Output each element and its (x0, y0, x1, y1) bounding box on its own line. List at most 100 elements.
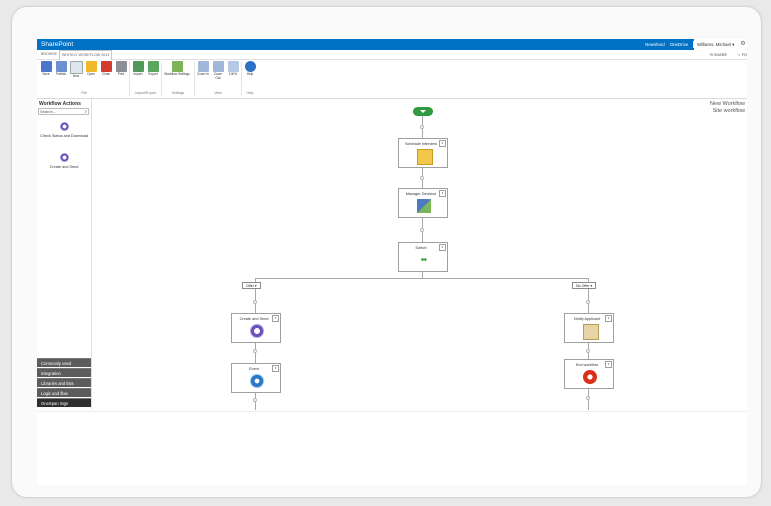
zoom-in-label: Zoom In (197, 72, 209, 76)
node-notify-applicant[interactable]: Notify Applicant ▾ (564, 313, 614, 343)
follow-button[interactable]: ☆ FO (737, 52, 747, 57)
node-label: Create and Send (239, 317, 269, 321)
chevron-down-icon[interactable]: ▾ (605, 315, 612, 322)
node-label: Notify Applicant (573, 317, 601, 321)
group-view: View (214, 91, 222, 95)
open-button[interactable]: Open (84, 61, 98, 77)
email-icon (583, 324, 599, 340)
condition-offer[interactable]: Offer ▾ (242, 282, 261, 289)
insert-point[interactable] (420, 176, 424, 180)
chevron-down-icon: ▾ (589, 284, 593, 288)
user-menu[interactable]: Williams, Michael ▾ (694, 39, 740, 50)
workflow-type: Site workflow (712, 108, 745, 114)
brand-link[interactable]: SharePoint (41, 41, 73, 48)
category-onespan-sign[interactable]: OneSpan Sign (37, 398, 91, 407)
ribbon-tabs: BROWSE WHITELY WORKFLOW 2013 ⟲ SHARE ☆ F… (37, 50, 747, 60)
onespan-icon (59, 153, 69, 162)
follow-label: FO (741, 53, 747, 57)
node-label: Manager Decision (405, 192, 437, 196)
chevron-down-icon[interactable]: ▾ (439, 140, 446, 147)
close-button[interactable]: Close (99, 61, 113, 77)
zoom-in-icon (197, 61, 209, 72)
onedrive-link[interactable]: OneDrive (670, 42, 689, 48)
share-label: SHARE (713, 53, 727, 57)
category-libraries-lists[interactable]: Libraries and lists (37, 378, 91, 387)
help-label: Help (246, 72, 254, 76)
insert-point[interactable] (420, 125, 424, 129)
zoom-in-button[interactable]: Zoom In (196, 61, 210, 77)
print-label: Print (117, 72, 125, 76)
publish-button[interactable]: Publish (54, 61, 68, 77)
export-label: Export (148, 72, 158, 76)
chevron-down-icon[interactable]: ▾ (439, 190, 446, 197)
chevron-down-icon[interactable]: ▾ (272, 365, 279, 372)
insert-point[interactable] (586, 349, 590, 353)
node-switch[interactable]: Switch ▾ ⬌ (398, 242, 448, 272)
group-file: File (81, 91, 87, 95)
export-button[interactable]: Export (146, 61, 160, 77)
search-icon[interactable]: ⌕ (84, 109, 87, 114)
condition-no-offer[interactable]: No Offer ▾ (572, 282, 597, 289)
node-label: Switch (415, 246, 427, 250)
insert-point[interactable] (586, 396, 590, 400)
chevron-down-icon: ▾ (730, 42, 735, 47)
action-label: Check Status and Download (40, 134, 88, 138)
search-placeholder: Search... (40, 109, 57, 114)
node-event[interactable]: Event ▾ (231, 363, 281, 393)
insert-point[interactable] (586, 300, 590, 304)
share-button[interactable]: ⟲ SHARE (710, 52, 727, 57)
tab-workflow[interactable]: WHITELY WORKFLOW 2013 (59, 50, 113, 60)
save-label: Save (42, 72, 50, 76)
event-icon (250, 374, 264, 388)
workflow-name: New Workflow (709, 101, 745, 107)
chevron-down-icon[interactable]: ▾ (272, 315, 279, 322)
import-button[interactable]: Import (131, 61, 145, 77)
import-icon (132, 61, 144, 72)
sharepoint-designer-screen: SharePoint Newsfeed OneDrive Sites Willi… (37, 39, 747, 485)
node-create-and-send[interactable]: Create and Send ▾ (231, 313, 281, 343)
save-button[interactable]: Save (39, 61, 53, 77)
search-input[interactable]: Search... ⌕ (38, 108, 89, 115)
gear-icon[interactable]: ⚙ (739, 39, 747, 50)
insert-point[interactable] (253, 300, 257, 304)
zoom-100-icon (227, 61, 239, 72)
node-manager-decision[interactable]: Manager Decision ▾ (398, 188, 448, 218)
insert-point[interactable] (253, 398, 257, 402)
node-label: Schedule Interview (404, 142, 438, 146)
chevron-down-icon[interactable]: ▾ (605, 361, 612, 368)
new-label: New (72, 74, 80, 78)
category-logic-flow[interactable]: Logic and flow (37, 388, 91, 397)
group-import-export: Import/Export (135, 91, 156, 95)
action-check-status[interactable]: Check Status and Download (39, 122, 89, 138)
workflow-settings-button[interactable]: Workflow Settings (164, 61, 190, 77)
node-schedule-interview[interactable]: Schedule Interview ▾ (398, 138, 448, 168)
insert-point[interactable] (420, 228, 424, 232)
onespan-icon (59, 122, 69, 131)
help-button[interactable]: Help (243, 61, 257, 77)
workflow-start[interactable] (413, 107, 433, 116)
open-label: Open (87, 72, 95, 76)
workflow-canvas[interactable]: New Workflow Site workflow Schedule Inter… (92, 99, 747, 410)
workflow-settings-icon (171, 61, 183, 72)
branch-line (255, 278, 589, 279)
newsfeed-link[interactable]: Newsfeed (645, 42, 665, 48)
condition-label: Offer (246, 284, 254, 288)
import-label: Import (133, 72, 143, 76)
tab-browse[interactable]: BROWSE (41, 52, 57, 56)
new-button[interactable]: New (69, 61, 83, 79)
close-icon (100, 61, 112, 72)
action-create-send[interactable]: Create and Send (39, 153, 89, 169)
category-integration[interactable]: Integration (37, 368, 91, 377)
zoom-out-button[interactable]: Zoom Out (211, 61, 225, 80)
close-label: Close (101, 72, 111, 76)
workflow-title: New Workflow Site workflow (710, 101, 745, 115)
insert-point[interactable] (253, 349, 257, 353)
chevron-down-icon[interactable]: ▾ (439, 244, 446, 251)
category-commonly-used[interactable]: Commonly used (37, 358, 91, 367)
workflow-actions-title: Workflow Actions (39, 101, 81, 107)
print-button[interactable]: Print (114, 61, 128, 77)
open-icon (85, 61, 97, 72)
person-icon (417, 199, 431, 213)
zoom-100-button[interactable]: 100% (226, 61, 240, 77)
node-end-workflow[interactable]: End workflow ▾ (564, 359, 614, 389)
